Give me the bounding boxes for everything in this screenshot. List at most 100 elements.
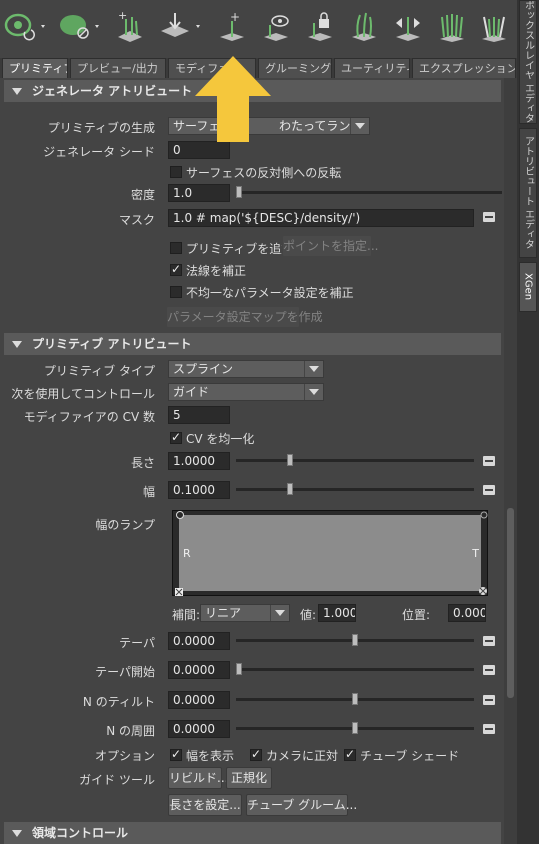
cv-count-label: モディファイアの CV 数 [23, 410, 155, 424]
taper-start-slider-track[interactable] [236, 668, 474, 671]
tab-attribute-editor-top[interactable]: ポックスルレイヤ エディタ [519, 0, 537, 124]
expression-map-icon[interactable] [483, 695, 495, 705]
expression-map-icon[interactable] [483, 456, 495, 466]
ramp-value-field[interactable]: 1.000 [318, 604, 356, 622]
grooming-tool-icon[interactable] [476, 6, 512, 46]
vertical-scrollbar[interactable] [504, 78, 517, 844]
collapse-triangle-icon [12, 830, 22, 837]
visibility-eye-icon[interactable] [2, 6, 50, 46]
expression-map-icon[interactable] [483, 665, 495, 675]
length-slider-track[interactable] [236, 459, 474, 462]
scrollbar-thumb[interactable] [507, 508, 514, 698]
chevron-down-icon [304, 361, 323, 377]
cv-count-field[interactable]: 5 [168, 406, 230, 424]
control-dropdown[interactable]: ガイド [168, 383, 324, 401]
twist-field[interactable]: 0.0000 [168, 720, 230, 738]
width-slider-handle[interactable] [287, 483, 294, 495]
interp-dropdown[interactable]: リニア [200, 604, 290, 622]
ramp-key-top-right[interactable] [480, 511, 488, 519]
specify-points-button[interactable]: ポイントを指定... [282, 235, 378, 257]
tab-attribute-editor[interactable]: アトリビュート エディタ [519, 128, 537, 258]
add-primitive-checkbox[interactable] [170, 242, 182, 254]
cv-uniform-label: CV を均一化 [186, 432, 255, 446]
tab-xgen[interactable]: XGen [519, 262, 537, 312]
width-ramp-editor[interactable]: R T [172, 510, 488, 596]
rebuild-button[interactable]: リビルド... [168, 767, 228, 789]
guides-icon[interactable] [346, 6, 382, 46]
add-guide-icon[interactable]: + [112, 6, 148, 46]
primitive-type-dropdown[interactable]: スプライン [168, 360, 324, 378]
expression-map-icon[interactable] [483, 636, 495, 646]
control-value: ガイド [173, 385, 210, 399]
density-slider-handle[interactable] [236, 186, 242, 198]
set-length-button[interactable]: 長さを設定... [168, 794, 242, 816]
section-primitive-attributes[interactable]: プリミティブ アトリビュート [4, 333, 501, 355]
tube-groom-button[interactable]: チューブ グルーム... [246, 794, 357, 816]
interp-value: リニア [205, 606, 242, 620]
creation-label: プリミティブの生成 [47, 121, 155, 135]
tab-expressions[interactable]: エクスプレッション [412, 58, 516, 78]
position-label: 位置: [402, 608, 431, 622]
expression-map-icon[interactable] [483, 212, 495, 222]
width-field[interactable]: 0.1000 [168, 481, 230, 499]
primitive-type-label: プリミティブ タイプ [43, 364, 155, 378]
density-field[interactable]: 1.0 [168, 184, 230, 202]
twist-slider-handle[interactable] [352, 722, 358, 734]
ramp-handles [175, 511, 488, 596]
twist-label: N の周囲 [106, 724, 155, 738]
cv-uniform-checkbox[interactable] [170, 430, 182, 444]
width-slider-track[interactable] [236, 488, 474, 491]
length-slider-handle[interactable] [287, 454, 294, 466]
expression-map-icon[interactable] [483, 485, 495, 495]
expression-map-icon[interactable] [483, 724, 495, 734]
taper-slider-handle[interactable] [352, 634, 358, 646]
hide-eye-icon[interactable] [56, 6, 104, 46]
add-primitive-icon[interactable]: + [214, 6, 250, 46]
tilt-field[interactable]: 0.0000 [168, 691, 230, 709]
nonuniform-checkbox[interactable] [170, 286, 182, 298]
normalize-button[interactable]: 正規化 [226, 767, 272, 789]
correct-normals-checkbox[interactable] [170, 262, 182, 276]
taper-start-label: テーパ開始 [95, 665, 155, 679]
param-map-button[interactable]: パラメータ設定マップを作成 [166, 306, 323, 328]
flip-label: サーフェスの反対側への反転 [186, 166, 342, 180]
tab-preview-output[interactable]: プレビュー/出力 [70, 58, 166, 78]
taper-label: テーパ [119, 636, 155, 650]
density-label: 密度 [130, 188, 155, 202]
ramp-key-top-left[interactable] [176, 511, 184, 519]
tilt-slider-handle[interactable] [352, 693, 358, 705]
chevron-down-icon [270, 605, 289, 621]
taper-start-slider-handle[interactable] [236, 663, 242, 675]
taper-field[interactable]: 0.0000 [168, 632, 230, 650]
flip-icon[interactable] [390, 6, 426, 46]
grooming-icon[interactable] [434, 6, 470, 46]
length-field[interactable]: 1.0000 [168, 452, 230, 470]
add-primitive-label: プリミティブを追加 [186, 242, 294, 256]
mask-field[interactable]: 1.0 # map('${DESC}/density/') [168, 209, 474, 227]
tube-shade-checkbox[interactable] [344, 747, 356, 761]
placement-icon[interactable] [158, 6, 206, 46]
taper-start-field[interactable]: 0.0000 [168, 661, 230, 679]
tube-shade-label: チューブ シェード [360, 749, 460, 763]
collapse-triangle-icon [12, 88, 22, 95]
flip-checkbox[interactable] [170, 166, 182, 178]
tab-utilities[interactable]: ユーティリティ [334, 58, 410, 78]
section-title: ジェネレータ アトリビュート [32, 84, 193, 98]
lock-icon[interactable] [302, 6, 338, 46]
show-width-checkbox[interactable] [170, 747, 182, 761]
section-title: 領域コントロール [32, 826, 129, 840]
seed-label: ジェネレータ シード [43, 145, 155, 159]
density-slider-track[interactable] [236, 191, 502, 194]
tab-primitive[interactable]: プリミティブ [2, 58, 68, 78]
width-ramp-label: 幅のランプ [95, 518, 155, 532]
face-camera-checkbox[interactable] [250, 747, 262, 761]
seed-field[interactable]: 0 [168, 141, 230, 159]
preview-eye-icon[interactable] [258, 6, 294, 46]
ramp-position-field[interactable]: 0.000 [448, 604, 486, 622]
section-region-control[interactable]: 領域コントロール [4, 822, 501, 844]
show-width-label: 幅を表示 [186, 749, 235, 763]
right-dock: ポックスルレイヤ エディタ アトリビュート エディタ XGen [517, 0, 539, 844]
svg-text:+: + [118, 9, 127, 22]
correct-normals-label: 法線を補正 [186, 264, 247, 278]
nonuniform-label: 不均一なパラメータ設定を補正 [186, 286, 354, 300]
